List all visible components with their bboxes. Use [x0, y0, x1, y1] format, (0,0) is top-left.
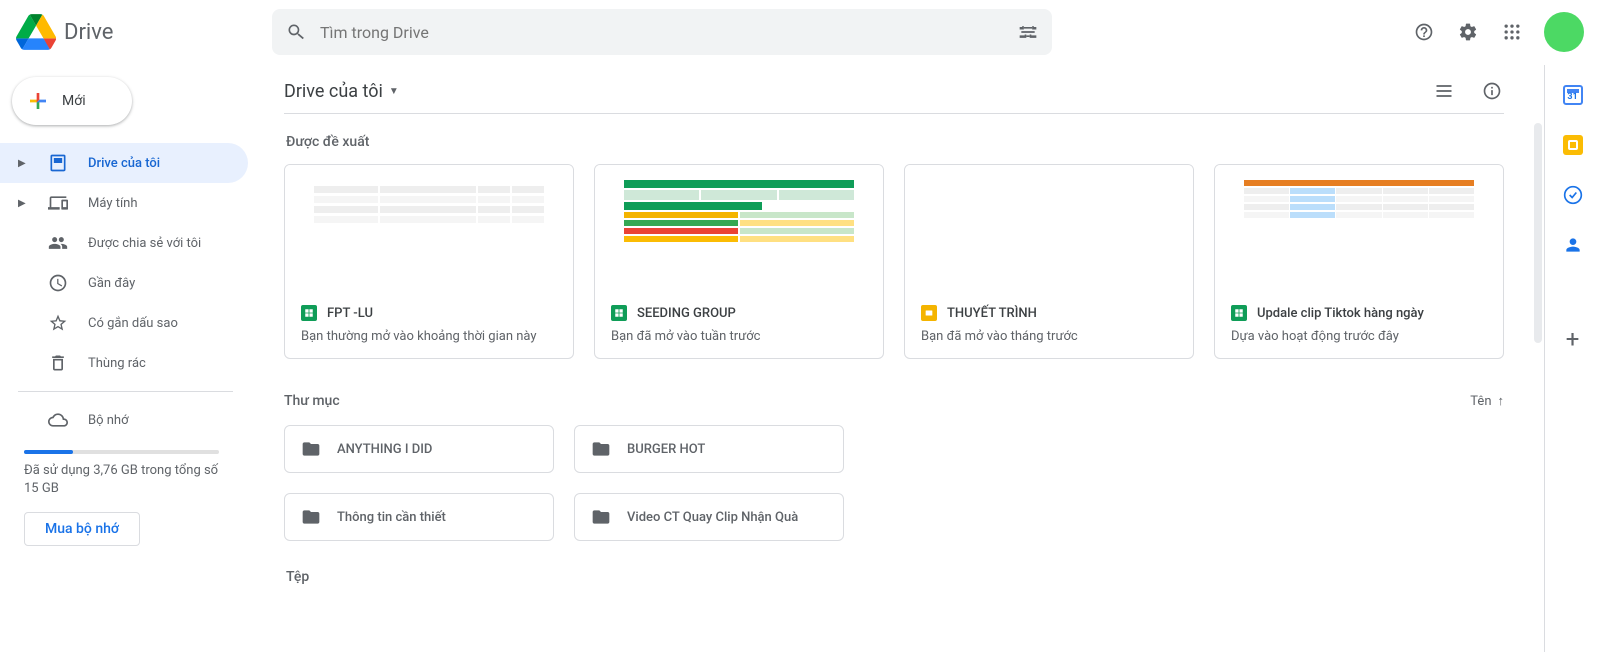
- star-icon: [48, 313, 68, 333]
- folder-item[interactable]: Thông tin cần thiết: [284, 493, 554, 541]
- suggested-card[interactable]: SEEDING GROUP Bạn đã mở vào tuần trước: [594, 164, 884, 359]
- sheet-icon: [1231, 305, 1247, 321]
- new-button[interactable]: Mới: [12, 77, 132, 125]
- file-thumbnail: [595, 165, 883, 293]
- nav-trash[interactable]: Thùng rác: [0, 343, 248, 383]
- nav-storage[interactable]: Bộ nhớ: [0, 400, 248, 440]
- settings-icon[interactable]: [1456, 20, 1480, 44]
- avatar[interactable]: [1544, 12, 1584, 52]
- shared-icon: [48, 233, 68, 253]
- folder-item[interactable]: BURGER HOT: [574, 425, 844, 473]
- file-subtitle: Bạn đã mở vào tuần trước: [611, 329, 867, 344]
- folder-icon: [301, 439, 321, 459]
- nav-my-drive[interactable]: ▶ Drive của tôi: [0, 143, 248, 183]
- storage-bar: [24, 450, 219, 454]
- page-title-dropdown[interactable]: Drive của tôi ▼: [284, 81, 399, 102]
- chevron-down-icon: ▼: [389, 86, 399, 97]
- search-bar[interactable]: [272, 9, 1052, 55]
- nav-label: Drive của tôi: [88, 156, 160, 171]
- sidebar: Mới ▶ Drive của tôi ▶ Máy tính Được chia…: [0, 65, 248, 652]
- chevron-right-icon: ▶: [18, 198, 28, 209]
- trash-icon: [48, 353, 68, 373]
- app-header: Drive: [0, 0, 1600, 64]
- help-icon[interactable]: [1412, 20, 1436, 44]
- buy-storage-button[interactable]: Mua bộ nhớ: [24, 512, 140, 546]
- file-name: THUYẾT TRÌNH: [947, 306, 1037, 321]
- nav-label: Gần đây: [88, 276, 135, 291]
- file-name: SEEDING GROUP: [637, 306, 736, 321]
- main-content: Drive của tôi ▼ Được đề xuất FPT -LU Bạn…: [248, 65, 1544, 652]
- folder-name: Video CT Quay Clip Nhận Quà: [627, 510, 798, 525]
- sort-button[interactable]: Tên ↑: [1470, 393, 1504, 409]
- file-thumbnail: [285, 165, 573, 293]
- new-button-label: Mới: [62, 93, 86, 109]
- apps-icon[interactable]: [1500, 20, 1524, 44]
- folder-name: BURGER HOT: [627, 442, 705, 457]
- tasks-app-icon[interactable]: [1563, 185, 1583, 205]
- sheet-icon: [301, 305, 317, 321]
- shared-folder-icon: [591, 439, 611, 459]
- file-name: FPT -LU: [327, 306, 373, 321]
- file-subtitle: Bạn thường mở vào khoảng thời gian này: [301, 329, 557, 344]
- cloud-icon: [48, 410, 68, 430]
- logo-area[interactable]: Drive: [16, 12, 264, 52]
- add-app-icon[interactable]: +: [1566, 325, 1580, 353]
- info-icon[interactable]: [1480, 79, 1504, 103]
- search-icon: [286, 22, 306, 42]
- side-panel: 31 +: [1544, 65, 1600, 652]
- search-options-icon[interactable]: [1018, 22, 1038, 42]
- suggested-label: Được đề xuất: [286, 134, 1504, 150]
- file-subtitle: Bạn đã mở vào tháng trước: [921, 329, 1177, 344]
- nav-label: Được chia sẻ với tôi: [88, 236, 201, 251]
- sort-label: Tên: [1470, 394, 1491, 409]
- shared-folder-icon: [591, 507, 611, 527]
- file-thumbnail: [905, 165, 1193, 293]
- scrollbar[interactable]: [1534, 123, 1542, 343]
- keep-app-icon[interactable]: [1563, 135, 1583, 155]
- nav-recent[interactable]: Gần đây: [0, 263, 248, 303]
- plus-icon: [26, 89, 50, 113]
- suggested-card[interactable]: FPT -LU Bạn thường mở vào khoảng thời gi…: [284, 164, 574, 359]
- folder-item[interactable]: Video CT Quay Clip Nhận Quà: [574, 493, 844, 541]
- nav-label: Máy tính: [88, 196, 138, 211]
- nav-label: Có gắn dấu sao: [88, 316, 178, 331]
- header-actions: [1412, 12, 1584, 52]
- nav-computers[interactable]: ▶ Máy tính: [0, 183, 248, 223]
- nav: ▶ Drive của tôi ▶ Máy tính Được chia sẻ …: [0, 143, 248, 546]
- product-name: Drive: [64, 20, 113, 45]
- files-label: Tệp: [286, 569, 1504, 585]
- sheet-icon: [611, 305, 627, 321]
- drive-logo-icon: [16, 12, 56, 52]
- nav-shared[interactable]: Được chia sẻ với tôi: [0, 223, 248, 263]
- folder-name: Thông tin cần thiết: [337, 510, 446, 525]
- shared-folder-icon: [301, 507, 321, 527]
- nav-starred[interactable]: Có gắn dấu sao: [0, 303, 248, 343]
- file-name: Updale clip Tiktok hàng ngày: [1257, 306, 1424, 321]
- list-view-icon[interactable]: [1432, 79, 1456, 103]
- slides-icon: [921, 305, 937, 321]
- arrow-up-icon: ↑: [1498, 393, 1505, 409]
- contacts-app-icon[interactable]: [1563, 235, 1583, 255]
- suggested-card[interactable]: Updale clip Tiktok hàng ngày Dựa vào hoạ…: [1214, 164, 1504, 359]
- file-thumbnail: [1215, 165, 1503, 293]
- my-drive-icon: [48, 153, 68, 173]
- search-input[interactable]: [320, 23, 1004, 42]
- nav-label: Bộ nhớ: [88, 413, 129, 428]
- page-title: Drive của tôi: [284, 81, 383, 102]
- file-subtitle: Dựa vào hoạt động trước đây: [1231, 329, 1487, 344]
- recent-icon: [48, 273, 68, 293]
- storage-text: Đã sử dụng 3,76 GB trong tổng số 15 GB: [24, 462, 224, 498]
- folder-item[interactable]: ANYTHING I DID: [284, 425, 554, 473]
- calendar-app-icon[interactable]: 31: [1563, 85, 1583, 105]
- folders-label: Thư mục: [284, 393, 340, 409]
- nav-label: Thùng rác: [88, 356, 146, 371]
- folder-name: ANYTHING I DID: [337, 442, 432, 457]
- suggested-card[interactable]: THUYẾT TRÌNH Bạn đã mở vào tháng trước: [904, 164, 1194, 359]
- chevron-right-icon: ▶: [18, 158, 28, 169]
- computers-icon: [48, 193, 68, 213]
